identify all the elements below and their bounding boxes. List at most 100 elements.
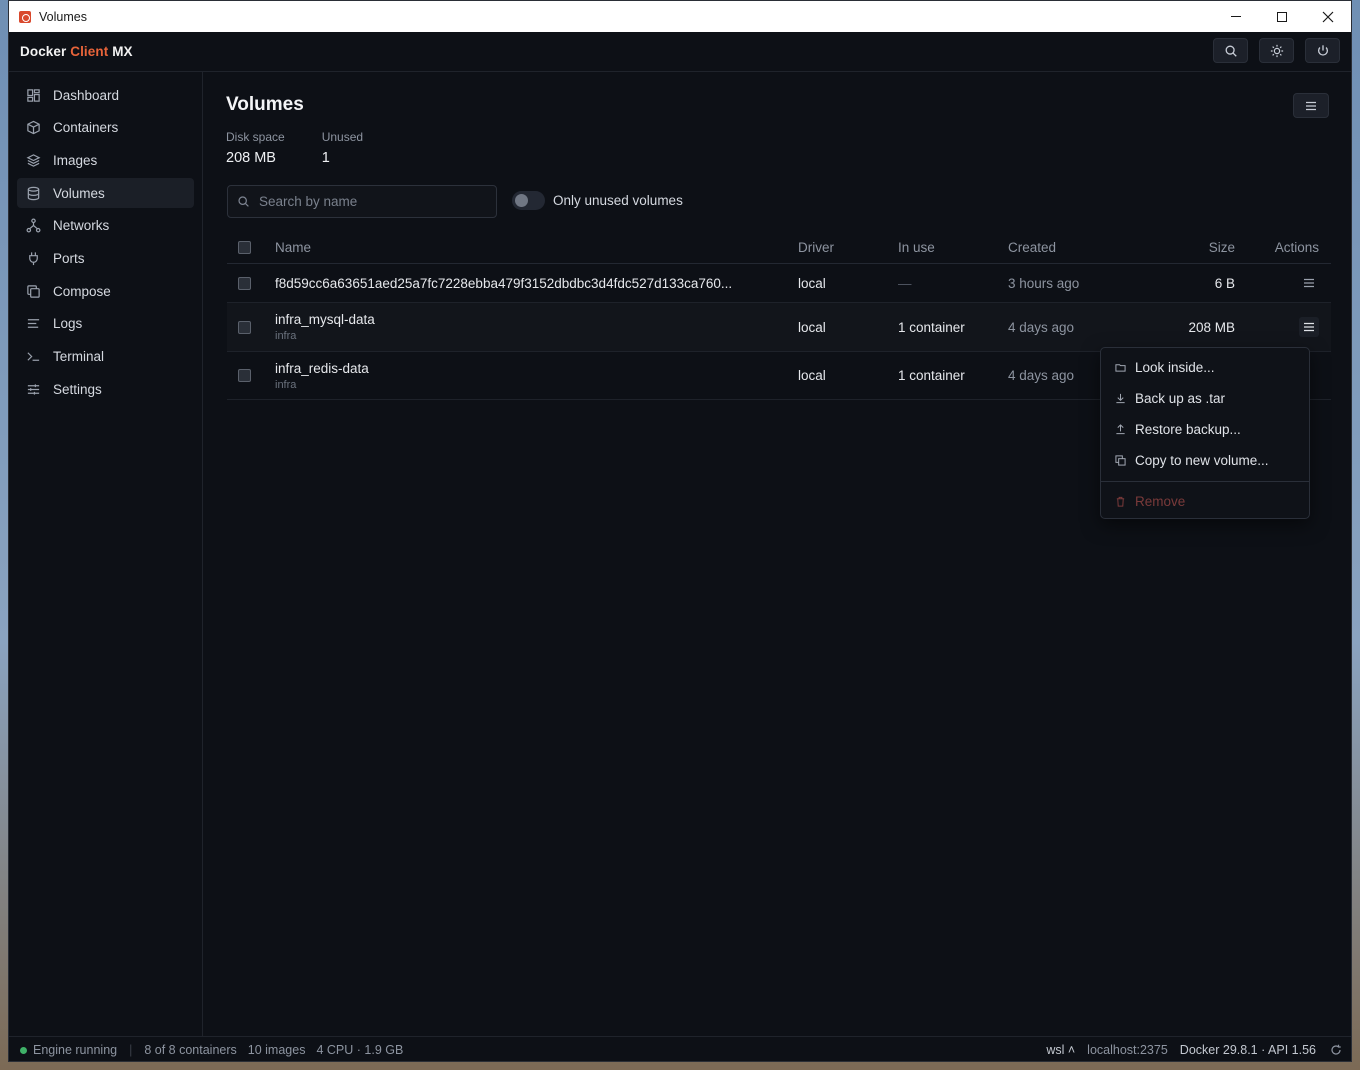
- menu-item-look-inside[interactable]: Look inside...: [1101, 352, 1309, 383]
- unused-filter: Only unused volumes: [512, 191, 683, 210]
- row-action-menu: Look inside... Back up as .tar Restore b…: [1100, 347, 1310, 519]
- menu-item-label: Back up as .tar: [1135, 391, 1226, 406]
- volume-in-use: —: [898, 275, 912, 291]
- unused-toggle-label: Only unused volumes: [553, 193, 683, 208]
- disk-space-stat: Disk space 208 MB: [226, 130, 285, 166]
- docker-version: Docker 29.8.1 · API 1.56: [1179, 1043, 1316, 1057]
- row-checkbox[interactable]: [238, 320, 251, 334]
- stat-label: Unused: [321, 130, 364, 144]
- page-menu-button[interactable]: [1293, 93, 1329, 118]
- sidebar-item-label: Volumes: [53, 185, 105, 201]
- sidebar-nav: Dashboard Containers Images Volumes Netw…: [9, 72, 202, 404]
- sidebar-item-containers[interactable]: Containers: [17, 113, 194, 143]
- page-title: Volumes: [226, 94, 304, 115]
- window-title: Volumes: [39, 9, 87, 24]
- volume-name[interactable]: infra_mysql-data: [275, 312, 375, 327]
- folder-icon: [1115, 362, 1127, 374]
- table-row[interactable]: infra_mysql-data infra local 1 container…: [227, 303, 1331, 352]
- stat-value: 1: [321, 150, 330, 166]
- volume-driver: local: [798, 319, 826, 335]
- column-header-created[interactable]: Created: [1008, 240, 1056, 255]
- menu-item-backup[interactable]: Back up as .tar: [1101, 383, 1309, 414]
- container-count: 8 of 8 containers: [144, 1043, 237, 1057]
- sidebar-item-settings[interactable]: Settings: [17, 374, 194, 404]
- terminal-icon: [25, 348, 42, 365]
- row-menu-button[interactable]: [1299, 273, 1319, 293]
- sidebar-item-images[interactable]: Images: [17, 145, 194, 175]
- volume-created: 3 hours ago: [1008, 275, 1080, 291]
- theme-toggle-button[interactable]: [1259, 38, 1294, 63]
- minimize-icon: [1231, 16, 1241, 17]
- maximize-icon: [1277, 11, 1287, 22]
- sidebar-item-label: Images: [53, 152, 98, 168]
- power-button[interactable]: [1305, 38, 1340, 63]
- box-icon: [25, 119, 42, 136]
- status-right: wsl ˄ localhost:2375 Docker 29.8.1 · API…: [1034, 1043, 1342, 1057]
- select-all-checkbox[interactable]: [238, 240, 251, 254]
- volume-in-use: 1 container: [898, 368, 965, 383]
- docker-host: localhost:2375: [1087, 1043, 1168, 1057]
- lines-icon: [25, 315, 42, 332]
- menu-icon: [1304, 322, 1314, 332]
- menu-item-restore[interactable]: Restore backup...: [1101, 414, 1309, 445]
- search-box: [227, 185, 497, 218]
- volume-size: 208 MB: [1188, 319, 1235, 335]
- layers-icon: [25, 152, 42, 169]
- table-row[interactable]: f8d59cc6a63651aed25a7fc7228ebba479f3152d…: [227, 264, 1331, 303]
- network-icon: [25, 217, 42, 234]
- menu-item-copy[interactable]: Copy to new volume...: [1101, 445, 1309, 476]
- menu-item-label: Remove: [1135, 494, 1186, 509]
- divider: |: [129, 1043, 133, 1057]
- row-menu-button[interactable]: [1299, 317, 1319, 337]
- column-header-name[interactable]: Name: [275, 240, 311, 255]
- copy-icon: [25, 283, 42, 300]
- volume-driver: local: [798, 275, 826, 291]
- column-header-size[interactable]: Size: [1209, 240, 1235, 255]
- brand-logo: Docker Client MX: [20, 44, 133, 59]
- sidebar-item-compose[interactable]: Compose: [17, 276, 194, 306]
- menu-item-label: Restore backup...: [1135, 422, 1241, 437]
- volume-stats: Disk space 208 MB Unused 1: [226, 130, 363, 166]
- brand-suffix-text: MX: [108, 44, 133, 59]
- upload-icon: [1115, 423, 1127, 436]
- copy-icon: [1115, 454, 1127, 467]
- main-content: Volumes Disk space 208 MB Unused 1 Only …: [204, 72, 1351, 1036]
- column-header-actions: Actions: [1274, 239, 1319, 255]
- volume-name[interactable]: f8d59cc6a63651aed25a7fc7228ebba479f3152d…: [275, 276, 732, 291]
- row-checkbox[interactable]: [238, 276, 251, 290]
- sidebar-item-label: Compose: [53, 283, 111, 299]
- resources: 4 CPU · 1.9 GB: [316, 1043, 404, 1057]
- sidebar-item-label: Settings: [53, 381, 102, 397]
- volume-name-cell: infra_redis-data infra: [275, 361, 369, 391]
- sidebar-item-label: Logs: [53, 316, 83, 332]
- dashboard-icon: [25, 87, 42, 104]
- menu-item-remove[interactable]: Remove: [1101, 486, 1309, 517]
- download-icon: [1115, 393, 1127, 405]
- stat-label: Disk space: [226, 130, 285, 144]
- unused-toggle[interactable]: [512, 191, 545, 210]
- search-icon: [1225, 45, 1237, 57]
- row-checkbox[interactable]: [238, 369, 251, 382]
- sidebar-item-label: Dashboard: [53, 87, 120, 103]
- minimize-button[interactable]: [1213, 1, 1259, 32]
- sidebar-item-label: Networks: [53, 218, 110, 234]
- close-icon: [1322, 11, 1334, 22]
- window-controls: [1213, 1, 1351, 32]
- close-button[interactable]: [1305, 1, 1351, 32]
- maximize-button[interactable]: [1259, 1, 1305, 32]
- column-header-driver[interactable]: Driver: [798, 240, 834, 255]
- volume-project: infra: [275, 330, 297, 342]
- sidebar-item-ports[interactable]: Ports: [17, 243, 194, 273]
- volume-name[interactable]: infra_redis-data: [275, 361, 369, 376]
- sidebar-item-volumes[interactable]: Volumes: [17, 178, 194, 209]
- sidebar-item-dashboard[interactable]: Dashboard: [17, 80, 194, 110]
- sidebar-item-label: Ports: [53, 250, 85, 266]
- search-input[interactable]: [259, 194, 479, 209]
- sidebar-item-logs[interactable]: Logs: [17, 309, 194, 339]
- search-button[interactable]: [1213, 38, 1248, 63]
- column-header-in-use[interactable]: In use: [898, 240, 935, 255]
- sidebar-item-networks[interactable]: Networks: [17, 211, 194, 241]
- sidebar-item-terminal[interactable]: Terminal: [17, 342, 194, 372]
- refresh-icon[interactable]: [1330, 1044, 1342, 1056]
- context-selector[interactable]: wsl ˄: [1046, 1043, 1075, 1057]
